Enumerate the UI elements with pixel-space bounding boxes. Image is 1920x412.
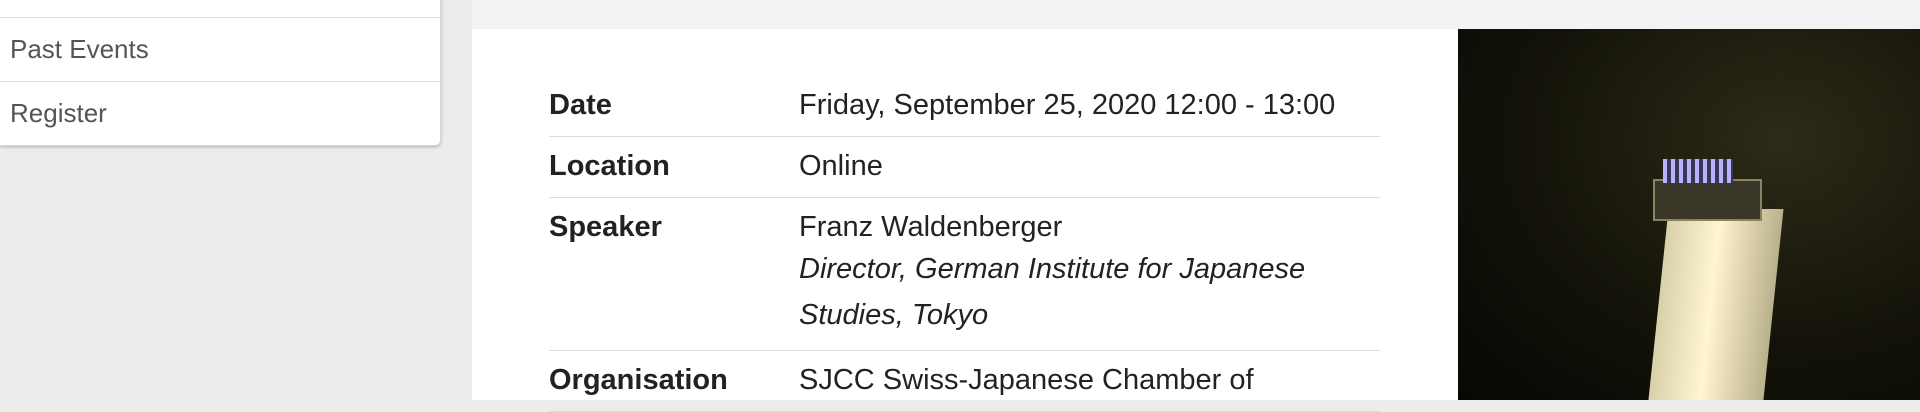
- tower-crown-lights: [1663, 159, 1733, 183]
- tower-top: [1653, 179, 1762, 221]
- tower-building: [1647, 209, 1784, 400]
- location-label: Location: [549, 136, 799, 198]
- date-label: Date: [549, 76, 799, 137]
- content-top-band: [472, 0, 1920, 29]
- organisation-label: Organisation: [549, 350, 799, 412]
- speaker-name: Franz Waldenberger: [799, 211, 1063, 243]
- speaker-label: Speaker: [549, 197, 799, 351]
- tokyo-night-city-photo: [1458, 29, 1920, 400]
- speaker-role: Director, German Institute for Japanese …: [799, 253, 1306, 331]
- sidebar-item-past-events[interactable]: Past Events: [0, 17, 440, 81]
- location-value: Online: [799, 136, 1380, 198]
- event-details-table: Date Friday, September 25, 2020 12:00 - …: [549, 76, 1380, 412]
- table-row: Date Friday, September 25, 2020 12:00 - …: [549, 76, 1380, 137]
- table-row: Location Online: [549, 136, 1380, 198]
- sidebar-item-register[interactable]: Register: [0, 81, 440, 145]
- table-row: Speaker Franz Waldenberger Director, Ger…: [549, 197, 1380, 351]
- speaker-value: Franz Waldenberger Director, German Inst…: [799, 197, 1380, 351]
- table-row: Organisation SJCC Swiss-Japanese Chamber…: [549, 350, 1380, 412]
- sidebar-item-previous[interactable]: [0, 0, 440, 17]
- organisation-value: SJCC Swiss-Japanese Chamber of: [799, 350, 1380, 412]
- date-value: Friday, September 25, 2020 12:00 - 13:00: [799, 76, 1380, 137]
- sidebar-menu: Past Events Register: [0, 0, 441, 146]
